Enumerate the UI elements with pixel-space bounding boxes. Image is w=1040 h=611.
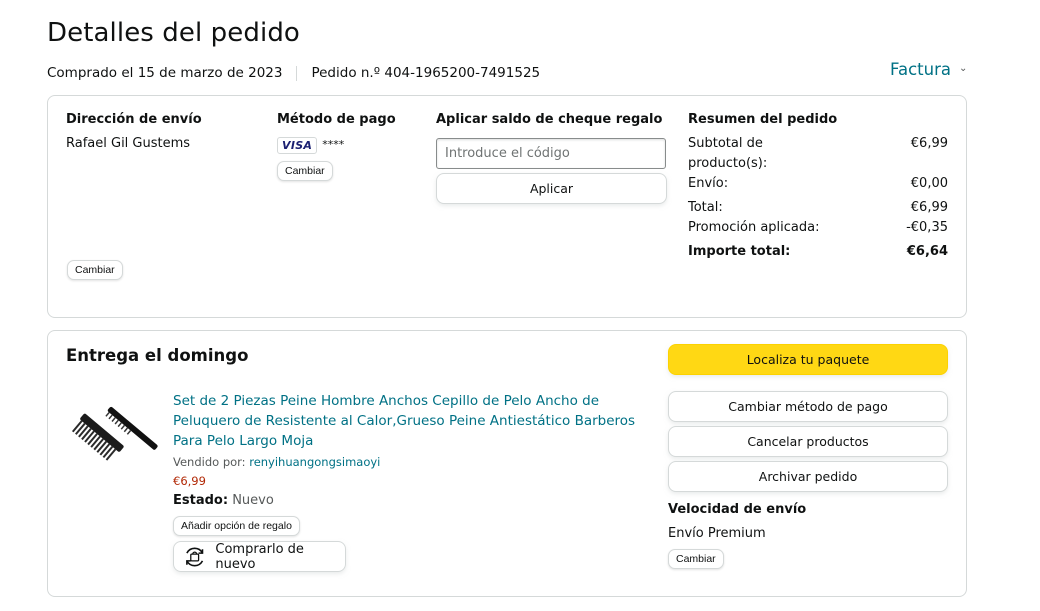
- change-payment-small-button[interactable]: Cambiar: [277, 161, 333, 181]
- summary-value: -€0,35: [906, 220, 948, 235]
- cancel-items-button[interactable]: Cancelar productos: [668, 426, 948, 457]
- summary-row-total: Total: €6,99: [688, 198, 948, 218]
- product-price: €6,99: [173, 474, 206, 488]
- shipping-heading: Dirección de envío: [66, 112, 202, 127]
- status-value: Nuevo: [232, 493, 274, 508]
- gift-option-button[interactable]: Añadir opción de regalo: [173, 516, 300, 536]
- chevron-down-icon: ⌄: [958, 63, 968, 74]
- buy-again-label: Comprarlo de nuevo: [215, 541, 304, 572]
- buy-again-button[interactable]: Comprarlo de nuevo: [173, 541, 346, 572]
- product-title-link[interactable]: Set de 2 Piezas Peine Hombre Anchos Cepi…: [173, 391, 643, 451]
- product-image[interactable]: [70, 390, 162, 482]
- gift-card-input[interactable]: [436, 138, 666, 169]
- comb-icon: [71, 406, 158, 461]
- payment-card: VISA ****: [277, 134, 344, 154]
- summary-heading: Resumen del pedido: [688, 112, 838, 127]
- archive-order-button[interactable]: Archivar pedido: [668, 461, 948, 492]
- seller-link[interactable]: renyihuangongsimaoyi: [249, 455, 380, 469]
- summary-value: €6,64: [906, 244, 948, 259]
- invoice-label: Factura: [890, 60, 951, 79]
- change-shipping-speed-button[interactable]: Cambiar: [668, 549, 724, 569]
- change-address-button[interactable]: Cambiar: [67, 260, 123, 280]
- page-title: Detalles del pedido: [47, 18, 300, 48]
- gift-card-heading: Aplicar saldo de cheque regalo: [436, 112, 663, 127]
- payment-heading: Método de pago: [277, 112, 396, 127]
- apply-gift-card-button[interactable]: Aplicar: [436, 173, 667, 204]
- change-payment-method-button[interactable]: Cambiar método de pago: [668, 391, 948, 422]
- summary-row-shipping: Envío: €0,00: [688, 174, 948, 194]
- shipping-speed-value: Envío Premium: [668, 526, 766, 541]
- summary-row-subtotal: Subtotal de producto(s): €6,99: [688, 134, 948, 174]
- summary-label: Promoción aplicada:: [688, 220, 820, 235]
- visa-icon: VISA: [277, 137, 318, 154]
- summary-label: Total:: [688, 200, 723, 215]
- delivery-title: Entrega el domingo: [66, 346, 249, 365]
- card-mask: ****: [322, 138, 345, 151]
- invoice-dropdown[interactable]: Factura ⌄: [890, 60, 967, 79]
- summary-label: Envío:: [688, 176, 729, 191]
- summary-value: €0,00: [910, 176, 948, 191]
- summary-row-grand-total: Importe total: €6,64: [688, 242, 948, 262]
- summary-label: Subtotal de producto(s):: [688, 136, 768, 171]
- divider: [296, 65, 298, 81]
- summary-value: €6,99: [910, 136, 948, 151]
- order-meta: Comprado el 15 de marzo de 2023 Pedido n…: [47, 65, 540, 81]
- summary-row-promotion: Promoción aplicada: -€0,35: [688, 218, 948, 238]
- track-package-button[interactable]: Localiza tu paquete: [668, 344, 948, 375]
- sold-by: Vendido por: renyihuangongsimaoyi: [173, 455, 380, 469]
- shipping-speed-heading: Velocidad de envío: [668, 502, 807, 517]
- product-status: Estado: Nuevo: [173, 493, 274, 508]
- sold-by-label: Vendido por:: [173, 455, 246, 469]
- summary-value: €6,99: [910, 200, 948, 215]
- order-number: Pedido n.º 404-1965200-7491525: [311, 65, 541, 81]
- purchase-date: Comprado el 15 de marzo de 2023: [47, 65, 283, 81]
- summary-label: Importe total:: [688, 244, 791, 259]
- status-label: Estado:: [173, 493, 229, 508]
- shipping-name: Rafael Gil Gustems: [66, 136, 191, 151]
- buy-again-icon: [186, 547, 204, 566]
